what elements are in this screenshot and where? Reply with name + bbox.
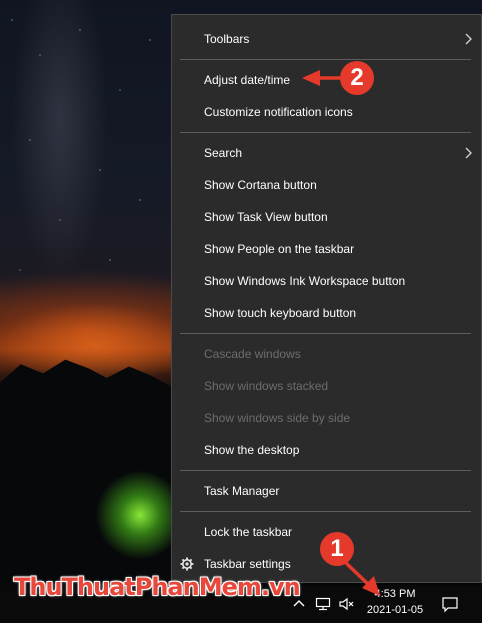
network-icon[interactable]	[315, 596, 331, 612]
menu-item-toolbars[interactable]: Toolbars	[172, 24, 481, 54]
menu-item-show-cortana-button[interactable]: Show Cortana button	[172, 170, 481, 200]
menu-item-label: Cascade windows	[204, 347, 301, 361]
menu-item-label: Show the desktop	[204, 443, 300, 457]
wallpaper-stars	[0, 0, 172, 330]
menu-item-search[interactable]: Search	[172, 138, 481, 168]
step-1-badge: 1	[320, 532, 354, 566]
menu-item-label: Task Manager	[204, 484, 280, 498]
menu-item-show-touch-keyboard[interactable]: Show touch keyboard button	[172, 298, 481, 328]
watermark-text: ThuThuatPhanMem	[14, 573, 262, 601]
menu-item-adjust-date-time[interactable]: Adjust date/time	[172, 65, 481, 95]
menu-item-show-windows-side-by-side: Show windows side by side	[172, 403, 481, 433]
taskbar-context-menu: Toolbars Adjust date/time Customize noti…	[171, 14, 482, 583]
menu-item-label: Customize notification icons	[204, 105, 353, 119]
chevron-right-icon	[465, 147, 472, 159]
watermark-suffix: .vn	[260, 573, 301, 601]
menu-separator	[180, 470, 471, 471]
menu-item-show-the-desktop[interactable]: Show the desktop	[172, 435, 481, 465]
clock-time[interactable]: 4:53 PM	[360, 588, 430, 600]
chevron-right-icon	[465, 33, 472, 45]
menu-item-label: Show Task View button	[204, 210, 328, 224]
menu-item-label: Taskbar settings	[204, 557, 291, 571]
menu-item-label: Lock the taskbar	[204, 525, 293, 539]
menu-item-show-people[interactable]: Show People on the taskbar	[172, 234, 481, 264]
menu-separator	[180, 333, 471, 334]
menu-item-label: Adjust date/time	[204, 73, 291, 87]
menu-item-customize-notification-icons[interactable]: Customize notification icons	[172, 97, 481, 127]
menu-separator	[180, 59, 471, 60]
menu-separator	[180, 132, 471, 133]
step-2-badge: 2	[340, 61, 374, 95]
volume-muted-icon[interactable]	[338, 596, 354, 612]
menu-item-task-manager[interactable]: Task Manager	[172, 476, 481, 506]
clock-date[interactable]: 2021-01-05	[360, 604, 430, 616]
menu-item-show-windows-stacked: Show windows stacked	[172, 371, 481, 401]
notification-icon[interactable]	[441, 595, 459, 613]
menu-item-show-task-view-button[interactable]: Show Task View button	[172, 202, 481, 232]
menu-item-label: Toolbars	[204, 32, 250, 46]
menu-item-label: Show touch keyboard button	[204, 306, 357, 320]
menu-item-label: Show windows side by side	[204, 411, 351, 425]
menu-item-label: Show Windows Ink Workspace button	[204, 274, 406, 288]
menu-item-label: Show Cortana button	[204, 178, 317, 192]
menu-separator	[180, 511, 471, 512]
watermark-logo: ThuThuatPhanMem.vn	[14, 573, 301, 601]
menu-item-label: Show People on the taskbar	[204, 242, 355, 256]
gear-icon	[180, 557, 194, 571]
menu-item-cascade-windows: Cascade windows	[172, 339, 481, 369]
menu-item-label: Search	[204, 146, 243, 160]
menu-item-label: Show windows stacked	[204, 379, 329, 393]
menu-item-show-windows-ink[interactable]: Show Windows Ink Workspace button	[172, 266, 481, 296]
